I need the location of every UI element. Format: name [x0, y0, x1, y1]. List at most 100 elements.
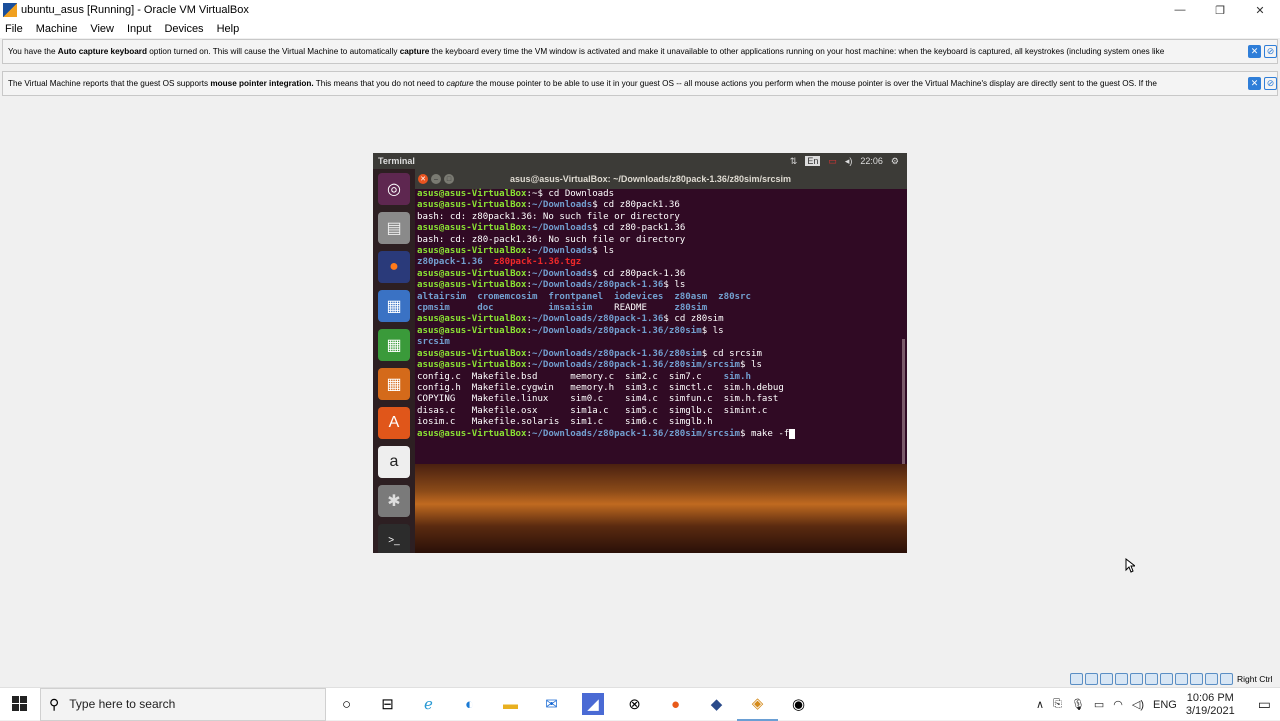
- notifications-icon[interactable]: ▭: [1258, 696, 1271, 713]
- close-notice-icon[interactable]: ✕: [1248, 77, 1261, 90]
- calc-icon[interactable]: ▦: [378, 329, 410, 361]
- keyboard-icon[interactable]: [1220, 673, 1233, 685]
- hdd-icon[interactable]: [1070, 673, 1083, 685]
- terminal-close-icon[interactable]: ✕: [418, 174, 428, 184]
- virtualbox-manager-icon[interactable]: ◆: [696, 688, 737, 721]
- virtualbox-vm-taskbar-icon[interactable]: ◈: [737, 688, 778, 721]
- keyboard-layout-indicator[interactable]: En: [805, 156, 821, 166]
- terminal-titlebar: ✕ – □ asus@asus-VirtualBox: ~/Downloads/…: [415, 169, 907, 189]
- display-icon[interactable]: [1160, 673, 1173, 685]
- power-gear-icon[interactable]: ⚙: [891, 156, 899, 167]
- terminal-line: COPYING Makefile.linux sim0.c sim4.c sim…: [417, 394, 903, 405]
- settings-icon[interactable]: ✱: [378, 485, 410, 517]
- network-adapter-icon[interactable]: [1115, 673, 1128, 685]
- close-button[interactable]: ✕: [1240, 0, 1280, 20]
- cpu-icon[interactable]: [1190, 673, 1203, 685]
- terminal-segment: ~/Downloads: [531, 268, 593, 279]
- terminal-line: asus@asus-VirtualBox:~$ cd Downloads: [417, 189, 903, 200]
- terminal-segment: ~/Downloads/z80pack-1.36: [531, 280, 664, 291]
- host-key-label: Right Ctrl: [1237, 674, 1273, 684]
- restore-button[interactable]: ❐: [1200, 0, 1240, 20]
- battery-icon[interactable]: ▭: [828, 156, 837, 167]
- file-explorer-icon[interactable]: ▬: [490, 688, 531, 721]
- terminal-segment: $ cd z80sim: [663, 314, 724, 325]
- terminal-line: iosim.c Makefile.solaris sim1.c sim6.c s…: [417, 417, 903, 428]
- terminal-scrollbar[interactable]: [902, 339, 905, 474]
- terminal-icon[interactable]: >_: [378, 524, 410, 553]
- meet-now-icon[interactable]: ⎘: [1053, 698, 1062, 711]
- wifi-icon[interactable]: ◠: [1113, 698, 1123, 711]
- ie-icon[interactable]: ℯ: [408, 688, 449, 721]
- terminal-line: asus@asus-VirtualBox:~/Downloads/z80pack…: [417, 428, 903, 440]
- mail-icon[interactable]: ✉: [531, 688, 572, 721]
- menu-devices[interactable]: Devices: [164, 23, 203, 35]
- input-language[interactable]: ENG: [1153, 699, 1177, 711]
- obs-icon[interactable]: ◉: [778, 688, 819, 721]
- editor-app-icon[interactable]: ◢: [582, 693, 604, 715]
- ubuntu-dash-icon[interactable]: ◎: [378, 173, 410, 205]
- files-icon[interactable]: ▤: [378, 212, 410, 244]
- shared-folders-icon[interactable]: [1145, 673, 1158, 685]
- terminal-line: z80pack-1.36 z80pack-1.36.tgz: [417, 257, 903, 268]
- menu-bar: File Machine View Input Devices Help: [0, 20, 1280, 38]
- terminal-line: bash: cd: z80pack1.36: No such file or d…: [417, 212, 903, 223]
- software-center-icon[interactable]: A: [378, 407, 410, 439]
- system-tray: ∧ ⎘ 🎙 ▭ ◠ ◁) ENG 10:06 PM 3/19/2021 ▭: [1036, 688, 1280, 721]
- terminal-minimize-icon[interactable]: –: [431, 174, 441, 184]
- speaker-icon[interactable]: ◁): [1132, 698, 1144, 711]
- auto-capture-message: You have the Auto capture keyboard optio…: [8, 47, 1245, 56]
- volume-icon[interactable]: ◂): [845, 156, 853, 167]
- cortana-icon[interactable]: ○: [326, 688, 367, 721]
- dont-show-icon[interactable]: ⊘: [1264, 77, 1277, 90]
- terminal-output[interactable]: asus@asus-VirtualBox:~$ cd Downloads asus…: [417, 189, 903, 440]
- terminal-segment: z80sim: [674, 303, 708, 314]
- close-notice-icon[interactable]: ✕: [1248, 45, 1261, 58]
- amazon-icon[interactable]: a: [378, 446, 410, 478]
- vm-display[interactable]: Terminal ⇅ En ▭ ◂) 22:06 ⚙ ◎ ▤ ● ▦ ▦ ▦ Aa ✱ >_ ✕…: [373, 153, 907, 553]
- taskbar-search-box[interactable]: ⚲ Type here to search: [40, 687, 326, 721]
- usb-icon[interactable]: [1130, 673, 1143, 685]
- impress-icon[interactable]: ▦: [378, 368, 410, 400]
- terminal-segment: sim.h: [723, 371, 751, 382]
- terminal-title: asus@asus-VirtualBox: ~/Downloads/z80pac…: [510, 174, 791, 184]
- microphone-icon[interactable]: 🎙: [1071, 698, 1085, 711]
- show-hidden-icons-icon[interactable]: ∧: [1036, 698, 1044, 711]
- network-icon[interactable]: ⇅: [790, 156, 798, 167]
- terminal-window[interactable]: ✕ – □ asus@asus-VirtualBox: ~/Downloads/…: [415, 169, 907, 474]
- task-view-icon[interactable]: ⊟: [367, 688, 408, 721]
- mouse-integration-icon[interactable]: [1205, 673, 1218, 685]
- video-capture-icon[interactable]: [1175, 673, 1188, 685]
- guest-clock[interactable]: 22:06: [860, 156, 883, 166]
- firefox-icon[interactable]: ●: [378, 251, 410, 283]
- windows-logo-icon: [12, 696, 27, 711]
- terminal-segment: asus@asus-VirtualBox: [417, 325, 527, 336]
- menu-input[interactable]: Input: [127, 23, 151, 35]
- menu-view[interactable]: View: [90, 23, 114, 35]
- terminal-segment: ~/Downloads: [531, 223, 593, 234]
- notice-text-part: the keyboard every time the VM window is…: [429, 47, 1165, 56]
- edge-icon[interactable]: ◐: [449, 688, 490, 721]
- terminal-segment: :~$ cd Downloads: [526, 189, 615, 199]
- terminal-segment: $ ls: [701, 325, 724, 336]
- firefox-taskbar-icon[interactable]: ●: [655, 688, 696, 721]
- writer-icon[interactable]: ▦: [378, 290, 410, 322]
- terminal-segment: bash: cd: z80-pack1.36: No such file or …: [417, 234, 686, 245]
- optical-drive-icon[interactable]: [1085, 673, 1098, 685]
- search-icon: ⚲: [49, 695, 60, 712]
- terminal-line: asus@asus-VirtualBox:~/Downloads/z80pack…: [417, 314, 903, 325]
- dont-show-icon[interactable]: ⊘: [1264, 45, 1277, 58]
- start-button[interactable]: [0, 688, 40, 721]
- minimize-button[interactable]: —: [1160, 0, 1200, 20]
- audio-icon[interactable]: [1100, 673, 1113, 685]
- terminal-maximize-icon[interactable]: □: [444, 174, 454, 184]
- menu-machine[interactable]: Machine: [36, 23, 78, 35]
- menu-file[interactable]: File: [5, 23, 23, 35]
- taskbar-clock[interactable]: 10:06 PM 3/19/2021: [1186, 692, 1244, 718]
- xbox-icon[interactable]: ⊗: [614, 688, 655, 721]
- menu-help[interactable]: Help: [217, 23, 240, 35]
- terminal-segment: z80pack-1.36.tgz: [493, 257, 582, 268]
- terminal-line: config.c Makefile.bsd memory.c sim2.c si…: [417, 372, 903, 383]
- mouse-integration-notice: The Virtual Machine reports that the gue…: [2, 71, 1278, 96]
- terminal-line: asus@asus-VirtualBox:~/Downloads$ cd z80…: [417, 200, 903, 211]
- battery-tray-icon[interactable]: ▭: [1094, 698, 1104, 711]
